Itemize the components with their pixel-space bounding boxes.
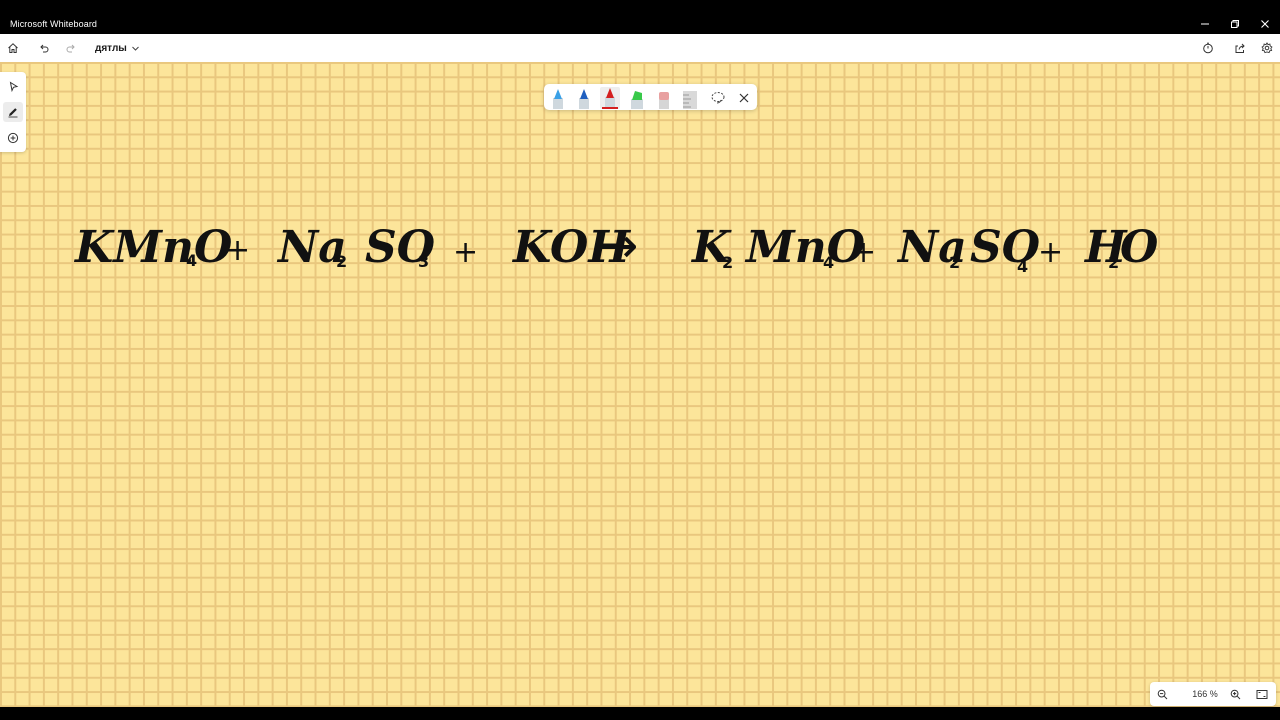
zoom-control: 166 % <box>1150 682 1276 706</box>
zoom-in-icon <box>1230 689 1240 699</box>
bottom-border <box>0 707 1280 720</box>
undo-icon <box>40 44 49 53</box>
redo-icon <box>66 44 75 53</box>
red-pen-icon[interactable] <box>600 87 620 109</box>
home-button[interactable] <box>1 34 25 62</box>
zoom-level: 166 % <box>1192 689 1218 699</box>
zoom-out-button[interactable] <box>1152 684 1172 704</box>
ink-tray <box>544 84 757 110</box>
home-icon <box>8 43 18 53</box>
green-highlighter-icon[interactable] <box>627 87 647 109</box>
board-name-dropdown[interactable]: дятлы <box>95 34 140 62</box>
add-tool-button[interactable] <box>3 128 23 148</box>
app-toolbar: дятлы <box>0 34 1280 63</box>
ink-tool-button[interactable] <box>3 102 23 122</box>
blue-pen-icon[interactable] <box>574 87 594 109</box>
settings-button[interactable] <box>1255 34 1279 62</box>
chevron-down-icon <box>131 46 139 51</box>
zoom-in-button[interactable] <box>1225 684 1245 704</box>
settings-icon <box>1261 42 1273 54</box>
close-icon[interactable] <box>734 87 754 109</box>
minimize-button[interactable] <box>1190 14 1220 34</box>
zoom-out-icon <box>1157 689 1167 699</box>
board-name: дятлы <box>95 42 127 54</box>
fit-to-screen-button[interactable] <box>1252 684 1272 704</box>
tool-rail <box>0 72 26 152</box>
light-blue-pen-icon[interactable] <box>548 87 568 109</box>
redo-button[interactable] <box>59 34 83 62</box>
ruler-icon[interactable] <box>680 87 700 109</box>
timer-icon <box>1203 42 1213 54</box>
close-icon <box>1261 20 1269 28</box>
fit-to-screen-icon <box>1256 689 1268 699</box>
window-title: Microsoft Whiteboard <box>10 19 98 29</box>
undo-button[interactable] <box>32 34 56 62</box>
select-tool-button[interactable] <box>3 76 23 96</box>
pen-icon <box>8 108 18 118</box>
timer-button[interactable] <box>1196 34 1220 62</box>
lasso-icon[interactable] <box>708 87 728 109</box>
close-button[interactable] <box>1250 14 1280 34</box>
restore-icon <box>1231 20 1239 28</box>
add-circle-icon <box>7 132 19 144</box>
whiteboard-window: Microsoft Whiteboard дятлы KMnO 4 + Na 2… <box>0 0 1280 720</box>
title-bar: Microsoft Whiteboard <box>0 14 1280 34</box>
eraser-icon[interactable] <box>654 87 674 109</box>
whiteboard-canvas[interactable] <box>0 62 1280 707</box>
share-icon <box>1235 43 1245 53</box>
restore-button[interactable] <box>1220 14 1250 34</box>
share-button[interactable] <box>1228 34 1252 62</box>
minimize-icon <box>1201 23 1209 25</box>
cursor-icon <box>9 80 18 92</box>
window-controls <box>1190 14 1280 34</box>
